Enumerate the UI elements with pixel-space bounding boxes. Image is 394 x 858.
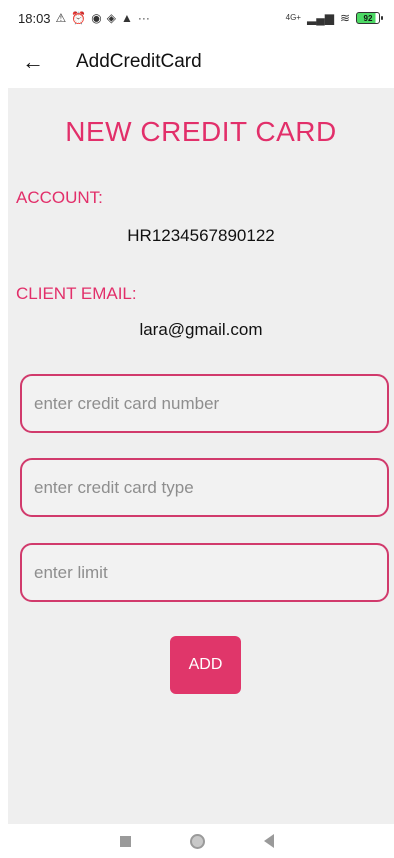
- recents-icon[interactable]: [119, 835, 131, 847]
- status-left: 18:03 ⚠ ⏰ ◉ ◈ ▲ ···: [18, 11, 150, 26]
- client-email-label: CLIENT EMAIL:: [16, 284, 137, 303]
- account-value: HR1234567890122: [127, 226, 275, 245]
- system-nav-bar: [0, 824, 394, 858]
- sync-icon: ◉: [91, 11, 102, 25]
- app-title: AddCreditCard: [76, 51, 202, 72]
- app-bar: ← AddCreditCard: [0, 36, 394, 88]
- system-back-icon[interactable]: [264, 834, 275, 848]
- network-icon: 4G+: [285, 13, 301, 22]
- card-type-input[interactable]: [20, 458, 389, 517]
- signal-crossed-icon: ⚠: [55, 11, 67, 25]
- limit-input[interactable]: [20, 543, 389, 602]
- back-arrow-icon[interactable]: ←: [22, 49, 52, 75]
- wifi-icon: ≋: [339, 11, 350, 25]
- alarm-icon: ⏰: [71, 11, 87, 25]
- navigation-icon: ◈: [106, 11, 116, 25]
- status-bar: 18:03 ⚠ ⏰ ◉ ◈ ▲ ··· 4G+ ▂▄▆ ≋ 92: [0, 0, 394, 36]
- client-email-value: lara@gmail.com: [139, 320, 263, 339]
- more-icon: ···: [137, 11, 150, 25]
- form-panel: NEW CREDIT CARD ACCOUNT: HR1234567890122…: [8, 88, 394, 824]
- add-button[interactable]: ADD: [170, 636, 241, 694]
- home-icon[interactable]: [189, 833, 205, 849]
- account-label: ACCOUNT:: [16, 188, 103, 207]
- page-heading: NEW CREDIT CARD: [65, 116, 337, 147]
- status-right: 4G+ ▂▄▆ ≋ 92: [285, 11, 383, 25]
- cell-signal-icon: ▂▄▆: [306, 11, 334, 25]
- status-time: 18:03: [18, 10, 51, 26]
- card-number-input[interactable]: [20, 374, 389, 433]
- battery-icon: 92: [356, 12, 383, 24]
- person-icon: ▲: [120, 11, 133, 25]
